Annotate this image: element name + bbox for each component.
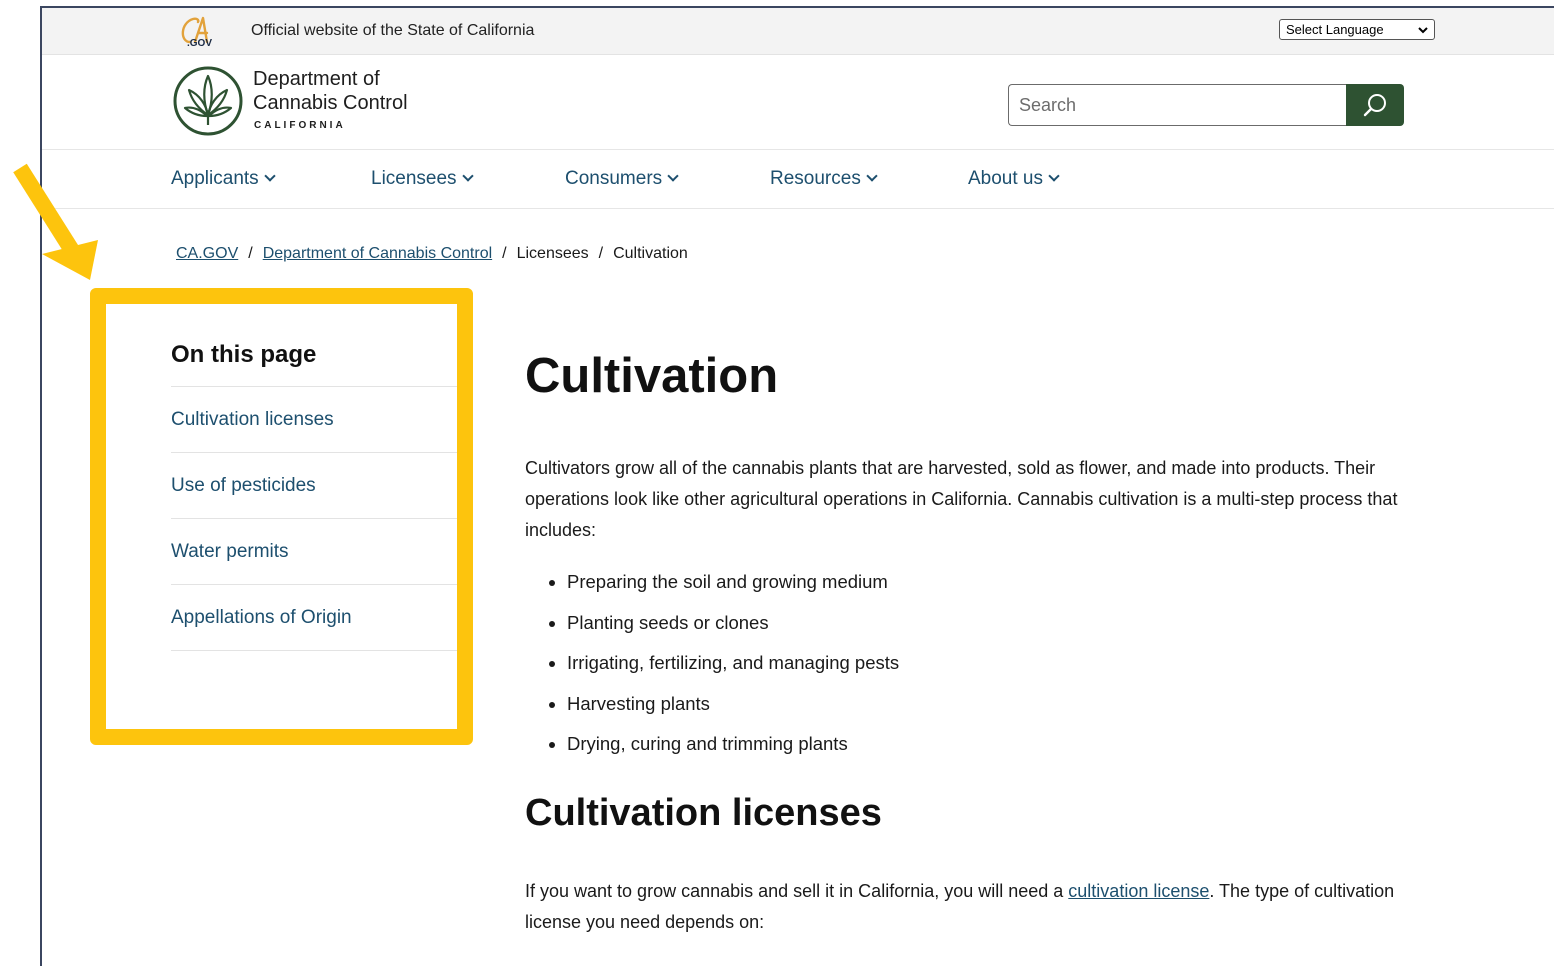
ca-gov-logo[interactable]: .GOV [176, 15, 222, 47]
list-item: Use of pesticides [171, 452, 457, 518]
toc-link-cultivation-licenses[interactable]: Cultivation licenses [171, 409, 334, 431]
main-nav: Applicants Licensees Consumers Resources… [42, 150, 1554, 209]
brand-state-label: CALIFORNIA [254, 120, 346, 131]
cultivation-license-link[interactable]: cultivation license [1068, 881, 1209, 901]
nav-item-label: About us [968, 168, 1043, 189]
breadcrumb-item-licensees: Licensees [516, 245, 589, 262]
browser-page: .GOV Official website of the State of Ca… [40, 6, 1554, 966]
chevron-down-icon [866, 170, 878, 182]
utility-bar: .GOV Official website of the State of Ca… [42, 8, 1554, 55]
breadcrumb-link-cagov[interactable]: CA.GOV [176, 245, 238, 262]
nav-item-label: Applicants [171, 168, 259, 189]
cannabis-leaf-logo-icon[interactable] [172, 65, 244, 137]
brand-name-line1: Department of [253, 68, 380, 90]
on-this-page-heading: On this page [171, 341, 317, 368]
paragraph-text: If you want to grow cannabis and sell it… [525, 881, 1069, 901]
nav-item-label: Consumers [565, 168, 663, 189]
list-item: Harvesting plants [567, 684, 1267, 725]
site-header: Department of Cannabis Control CALIFORNI… [42, 55, 1554, 150]
highlight-arrow-icon [13, 163, 98, 280]
chevron-down-icon [1048, 170, 1060, 182]
list-item: Preparing the soil and growing medium [567, 562, 1267, 603]
brand-name-line2: Cannabis Control [253, 92, 408, 114]
chevron-down-icon [264, 170, 276, 182]
list-item: Cultivation licenses [171, 386, 457, 452]
on-this-page-list: Cultivation licenses Use of pesticides W… [171, 386, 457, 651]
list-item: Planting seeds or clones [567, 603, 1267, 644]
breadcrumb-separator: / [248, 245, 253, 262]
page-title: Cultivation [525, 349, 779, 403]
breadcrumb-link-dcc[interactable]: Department of Cannabis Control [263, 245, 492, 262]
nav-item-applicants[interactable]: Applicants [171, 168, 276, 190]
intro-paragraph: Cultivators grow all of the cannabis pla… [525, 458, 1398, 540]
search-placeholder: Search [1019, 94, 1077, 115]
nav-item-resources[interactable]: Resources [770, 168, 878, 190]
chevron-down-icon [667, 170, 679, 182]
nav-item-about-us[interactable]: About us [968, 168, 1060, 190]
licenses-paragraph: If you want to grow cannabis and sell it… [525, 876, 1425, 938]
search-icon [1363, 94, 1386, 117]
process-steps-list: Preparing the soil and growing medium Pl… [525, 562, 1267, 765]
breadcrumb-current: Cultivation [613, 245, 688, 262]
breadcrumb-separator: / [502, 245, 507, 262]
language-select-label: Select Language [1286, 22, 1384, 37]
chevron-down-icon [461, 170, 474, 182]
search-button[interactable] [1346, 84, 1404, 126]
nav-item-consumers[interactable]: Consumers [565, 168, 679, 190]
svg-text:.GOV: .GOV [187, 38, 212, 47]
language-select[interactable]: Select Language [1279, 19, 1435, 40]
breadcrumb-separator: / [598, 245, 604, 262]
section-heading-cultivation-licenses: Cultivation licenses [525, 792, 882, 834]
breadcrumb: CA.GOV / Department of Cannabis Control / Li… [176, 245, 688, 263]
search-input[interactable]: Search [1008, 84, 1346, 126]
nav-item-label: Licensees [371, 168, 457, 189]
list-item: Irrigating, fertilizing, and managing pe… [567, 643, 1267, 684]
toc-link-water-permits[interactable]: Water permits [171, 541, 289, 563]
nav-item-label: Resources [770, 168, 861, 189]
toc-link-appellations-of-origin[interactable]: Appellations of Origin [171, 607, 352, 629]
official-site-text: Official website of the State of Califor… [251, 22, 535, 39]
list-item: Water permits [171, 518, 457, 584]
nav-item-licensees[interactable]: Licensees [371, 168, 474, 190]
chevron-down-icon [1418, 26, 1428, 33]
list-item: Drying, curing and trimming plants [567, 724, 1267, 765]
toc-link-use-of-pesticides[interactable]: Use of pesticides [171, 475, 316, 497]
list-item: Appellations of Origin [171, 584, 457, 651]
